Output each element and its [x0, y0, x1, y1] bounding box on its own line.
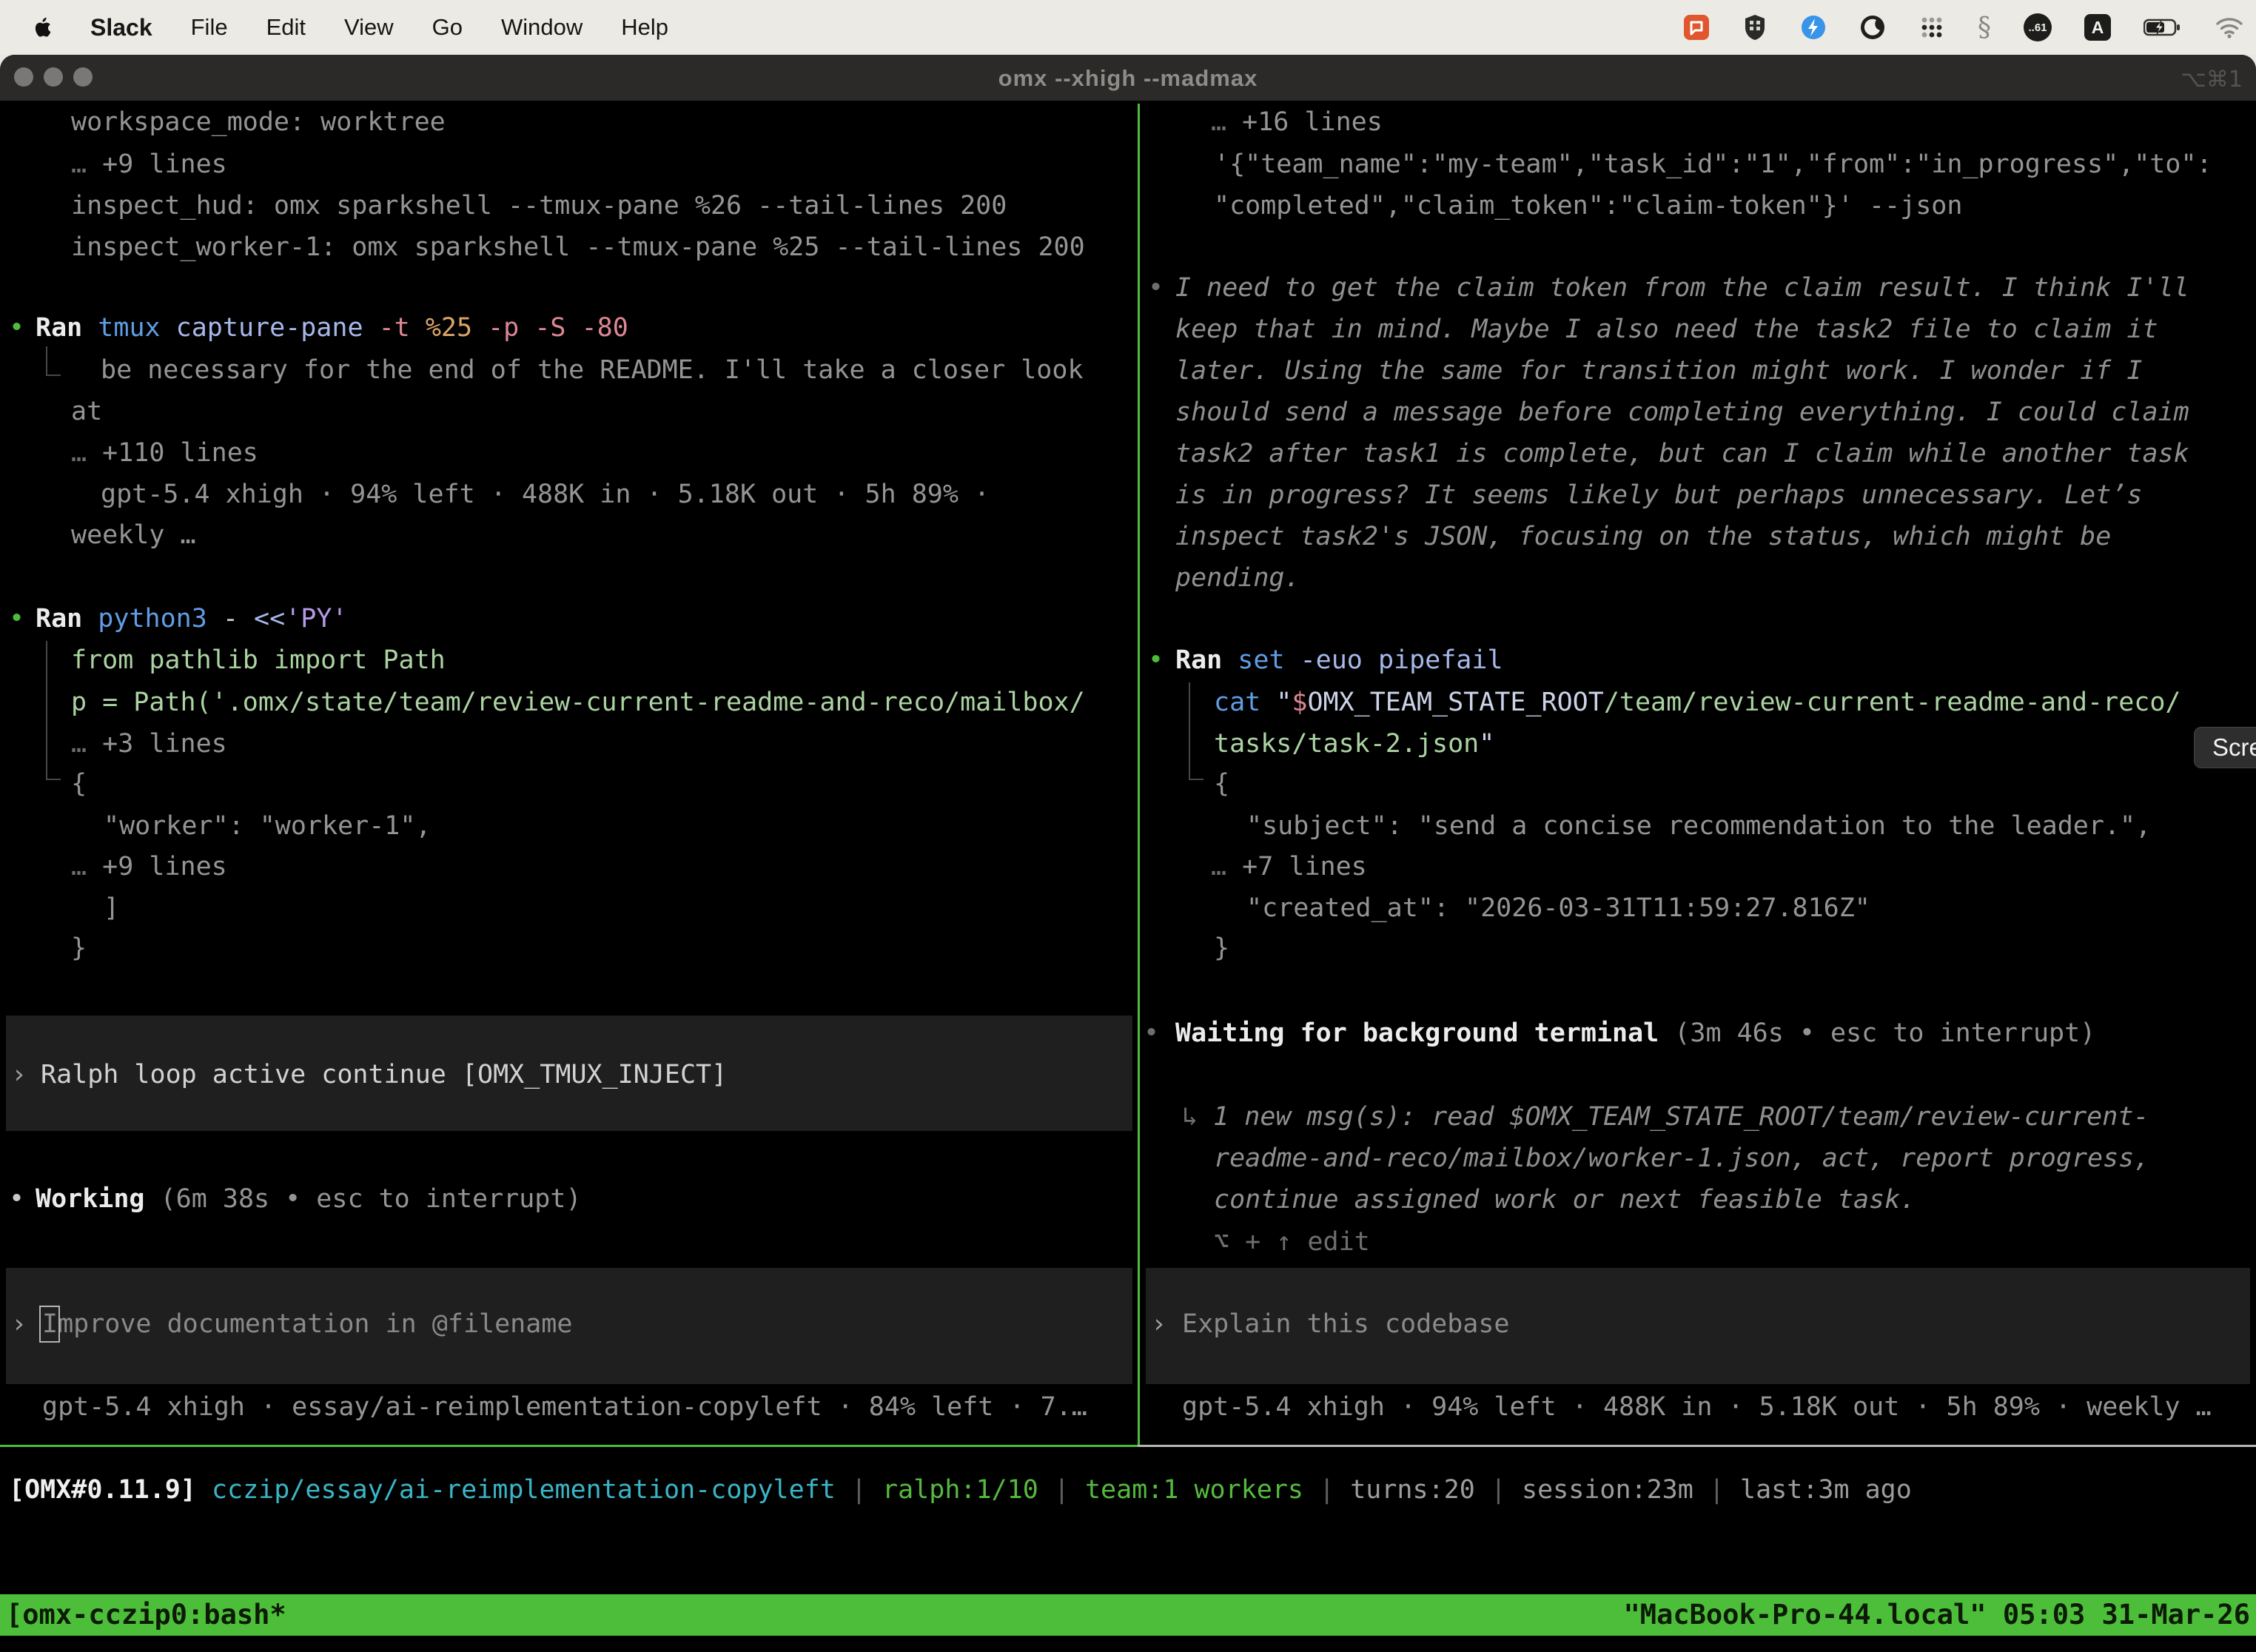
terminal-line-left-pane: Working (6m 38s • esc to interrupt): [36, 1178, 582, 1220]
terminal-line-right-pane: should send a message before completing …: [1175, 392, 2189, 433]
traffic-light-close[interactable]: [14, 67, 33, 87]
prompt-chevron-icon: ›: [1151, 1303, 1166, 1345]
active-pane-border: [0, 1445, 1138, 1447]
right-input-placeholder[interactable]: Explain this codebase: [1182, 1303, 1510, 1345]
terminal-line-right-pane: •: [1148, 639, 1164, 681]
terminal-line-right-pane: I need to get the claim token from the c…: [1175, 267, 2189, 309]
screenshot-tooltip: Scre: [2194, 727, 2256, 768]
terminal-line-right-pane: •: [1144, 1013, 1159, 1054]
terminal-line-left-pane: "worker": "worker-1",: [104, 805, 432, 847]
terminal-line-left-pane: at: [71, 391, 102, 432]
terminal-line-left-pane: … +110 lines: [71, 432, 258, 474]
terminal-line-left-pane: }: [71, 927, 87, 969]
terminal-line-right-pane: Waiting for background terminal (3m 46s …: [1175, 1013, 2095, 1054]
terminal-line-left-pane: •: [9, 1178, 24, 1220]
terminal-line-right-pane: ↳ 1 new msg(s): read $OMX_TEAM_STATE_ROO…: [1182, 1096, 2149, 1138]
terminal-line-right-pane: Ran set -euo pipefail: [1175, 639, 1503, 681]
menu-bar: Slack File Edit View Go Window Help: [0, 0, 2256, 55]
window-title: omx --xhigh --madmax: [998, 65, 1258, 92]
notice-prompt-icon: ›: [11, 1054, 27, 1095]
input-source-icon[interactable]: A: [2084, 14, 2111, 41]
menu-status-icons: § ..61 A: [1683, 13, 2256, 43]
window-shortcut-hint: ⌥⌘1: [2181, 67, 2243, 93]
terminal-line-right-pane: cat "$OMX_TEAM_STATE_ROOT/team/review-cu…: [1214, 682, 2181, 723]
menu-item-edit[interactable]: Edit: [266, 14, 306, 41]
terminal-line-left-pane: ]: [104, 887, 119, 929]
prompt-chevron-icon: ›: [11, 1303, 27, 1345]
terminal-line-right-pane: gpt-5.4 xhigh · 94% left · 488K in · 5.1…: [1182, 1386, 2212, 1428]
terminal-line-left-pane: … +9 lines: [71, 846, 227, 887]
terminal-line-right-pane: task2 after task1 is complete, but can I…: [1175, 433, 2189, 474]
menu-item-go[interactable]: Go: [432, 14, 463, 41]
terminal-line-right-pane: tasks/task-2.json": [1214, 723, 1494, 765]
terminal-line-left-pane: inspect_hud: omx sparkshell --tmux-pane …: [71, 185, 1007, 226]
terminal-line-right-pane: inspect task2's JSON, focusing on the st…: [1175, 516, 2111, 557]
terminal-line-right-pane: is in progress? It seems likely but perh…: [1175, 474, 2142, 516]
traffic-light-zoom[interactable]: [73, 67, 93, 87]
indent-guide-elbow: [1189, 682, 1203, 780]
terminal-line-right-pane: "subject": "send a concise recommendatio…: [1246, 805, 2151, 847]
traffic-light-minimize[interactable]: [44, 67, 63, 87]
chat-app-icon[interactable]: [1683, 14, 1710, 41]
terminal-line-right-pane: later. Using the same for transition mig…: [1175, 350, 2142, 392]
moon-icon[interactable]: [1859, 14, 1886, 41]
terminal-line-left-pane: from pathlib import Path: [71, 639, 446, 681]
terminal-line-left-pane: gpt-5.4 xhigh · 94% left · 488K in · 5.1…: [101, 474, 990, 515]
ralph-loop-notice: Ralph loop active continue [OMX_TMUX_INJ…: [41, 1054, 727, 1095]
terminal-line-left-pane: •: [9, 307, 24, 349]
terminal-line-right-pane: •: [1148, 267, 1164, 309]
menu-app-name[interactable]: Slack: [90, 14, 152, 41]
apple-menu-icon[interactable]: [31, 16, 52, 39]
terminal-line-right-pane: keep that in mind. Maybe I also need the…: [1175, 309, 2158, 350]
tmux-host-clock: "MacBook-Pro-44.local" 05:03 31-Mar-26: [1624, 1594, 2250, 1636]
tmux-status-bar: [omx-cczip0:bash* "MacBook-Pro-44.local"…: [0, 1594, 2256, 1636]
terminal-line-left-pane: weekly …: [71, 514, 196, 556]
left-input-placeholder[interactable]: Improve documentation in @filename: [42, 1303, 572, 1345]
battery-icon[interactable]: [2143, 18, 2182, 37]
terminal-line-right-pane: readme-and-reco/mailbox/worker-1.json, a…: [1214, 1138, 2149, 1179]
s-curve-icon[interactable]: §: [1978, 13, 1991, 43]
terminal-line-right-pane: ⌥ + ↑ edit: [1214, 1221, 1370, 1263]
terminal-line-left-pane: gpt-5.4 xhigh · essay/ai-reimplementatio…: [42, 1386, 1087, 1428]
omx-status-line: [OMX#0.11.9] cczip/essay/ai-reimplementa…: [9, 1469, 1912, 1511]
terminal-line-left-pane: Ran python3 - <<'PY': [36, 598, 347, 639]
terminal-line-left-pane: p = Path('.omx/state/team/review-current…: [71, 682, 1085, 723]
terminal-line-left-pane: •: [9, 598, 24, 639]
terminal-line-left-pane: be necessary for the end of the README. …: [101, 349, 1084, 391]
circle-61-icon[interactable]: ..61: [2024, 13, 2052, 41]
terminal-line-left-pane: … +3 lines: [71, 723, 227, 765]
inactive-pane-border: [1138, 1445, 2256, 1447]
wifi-icon[interactable]: [2215, 16, 2244, 38]
indent-guide-elbow: [46, 641, 61, 780]
terminal-line-right-pane: pending.: [1175, 557, 1300, 599]
grid-dots-icon[interactable]: [1918, 14, 1945, 41]
terminal-line-right-pane: "completed","claim_token":"claim-token"}…: [1214, 185, 1962, 226]
menu-item-help[interactable]: Help: [621, 14, 668, 41]
terminal-line-left-pane: {: [71, 763, 87, 805]
spark-badge-icon[interactable]: [1800, 14, 1827, 41]
shield-icon[interactable]: [1742, 13, 1767, 41]
terminal-line-left-pane: Ran tmux capture-pane -t %25 -p -S -80: [36, 307, 628, 349]
menu-item-file[interactable]: File: [191, 14, 228, 41]
terminal-line-right-pane: {: [1214, 763, 1229, 805]
menu-item-view[interactable]: View: [344, 14, 394, 41]
terminal-line-right-pane: … +7 lines: [1211, 846, 1367, 887]
terminal-line-right-pane: }: [1214, 927, 1229, 969]
text-cursor: [39, 1306, 60, 1343]
terminal-line-left-pane: … +9 lines: [71, 144, 227, 185]
terminal-line-right-pane: '{"team_name":"my-team","task_id":"1","f…: [1214, 144, 2212, 185]
terminal-line-left-pane: workspace_mode: worktree: [71, 101, 446, 143]
terminal-line-right-pane: continue assigned work or next feasible …: [1214, 1179, 1916, 1220]
tmux-pane-divider[interactable]: [1138, 104, 1140, 1446]
terminal-line-left-pane: inspect_worker-1: omx sparkshell --tmux-…: [71, 226, 1085, 268]
terminal-line-right-pane: … +16 lines: [1211, 101, 1383, 143]
terminal-line-right-pane: "created_at": "2026-03-31T11:59:27.816Z": [1246, 887, 1870, 929]
menu-item-window[interactable]: Window: [501, 14, 583, 41]
tmux-session-label: [omx-cczip0:bash*: [6, 1594, 286, 1636]
indent-guide-elbow: [46, 346, 61, 376]
